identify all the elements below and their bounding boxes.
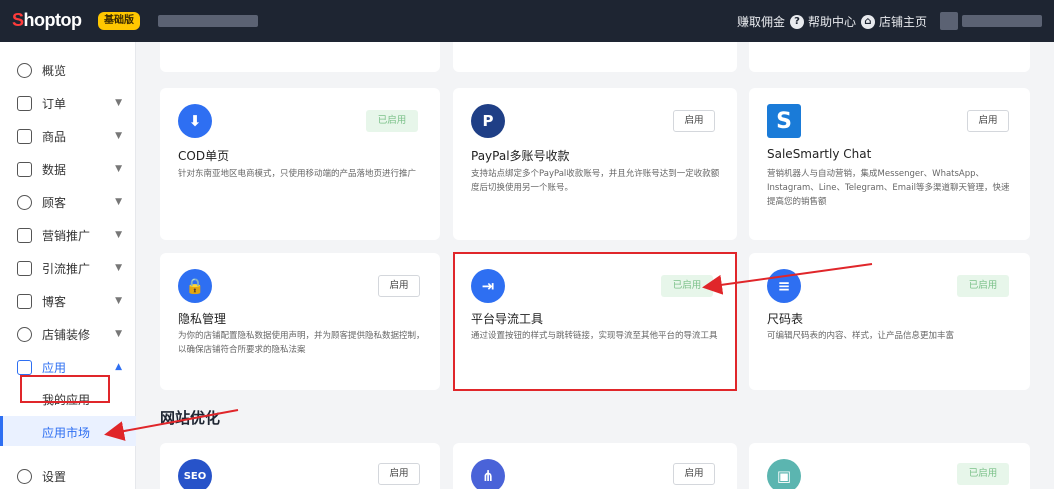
annotation-arrows: [104, 263, 873, 441]
annotation-arrow: [104, 409, 239, 441]
annotation-arrow: [702, 263, 873, 295]
